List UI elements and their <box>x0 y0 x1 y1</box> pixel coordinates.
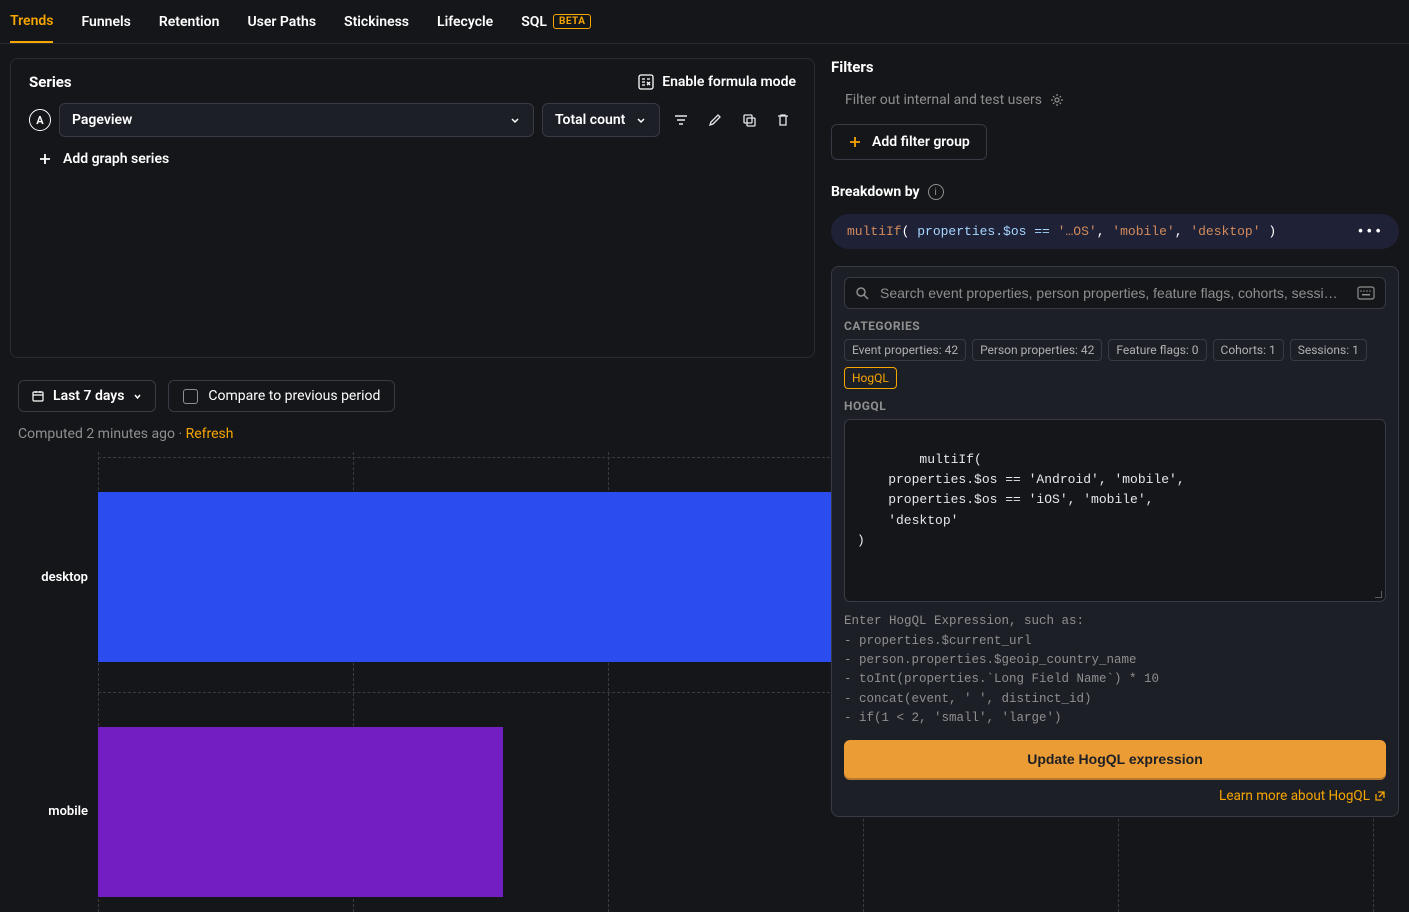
chart-bar-mobile[interactable] <box>98 727 503 897</box>
filter-internal-label: Filter out internal and test users <box>845 92 1042 108</box>
hogql-hint: Enter HogQL Expression, such as: - prope… <box>844 612 1386 728</box>
category-person-properties[interactable]: Person properties: 42 <box>972 339 1102 361</box>
series-badge-a: A <box>29 109 51 131</box>
tab-retention[interactable]: Retention <box>159 2 220 42</box>
category-sessions[interactable]: Sessions: 1 <box>1290 339 1367 361</box>
breakdown-expression: multiIf( properties.$os == '…OS', 'mobil… <box>847 224 1276 239</box>
add-series-button[interactable]: Add graph series <box>29 137 796 181</box>
breakdown-pill[interactable]: multiIf( properties.$os == '…OS', 'mobil… <box>831 214 1399 249</box>
enable-formula-button[interactable]: Enable formula mode <box>638 74 796 90</box>
duplicate-series-button[interactable] <box>736 107 762 133</box>
hogql-code: multiIf( properties.$os == 'Android', 'm… <box>857 452 1185 548</box>
keyboard-icon <box>1357 286 1375 300</box>
info-icon[interactable]: i <box>928 184 944 200</box>
formula-icon <box>638 74 654 90</box>
filters-panel: Filters Filter out internal and test use… <box>831 58 1399 358</box>
property-search-input[interactable] <box>880 285 1347 301</box>
filter-icon <box>673 112 689 128</box>
learn-more-label: Learn more about HogQL <box>1219 788 1370 804</box>
beta-badge: BETA <box>553 14 592 29</box>
formula-label: Enable formula mode <box>662 74 796 90</box>
hogql-editor[interactable]: multiIf( properties.$os == 'Android', 'm… <box>844 419 1386 602</box>
tab-sql[interactable]: SQL BETA <box>521 2 591 42</box>
tab-sql-label: SQL <box>521 14 547 30</box>
series-title: Series <box>29 73 72 91</box>
more-icon[interactable]: ••• <box>1357 224 1383 239</box>
category-hogql[interactable]: HogQL <box>844 367 897 389</box>
chevron-down-icon <box>509 114 521 126</box>
add-filter-label: Add filter group <box>872 134 970 150</box>
event-select[interactable]: Pageview <box>59 103 534 137</box>
math-select[interactable]: Total count <box>542 103 660 137</box>
series-panel: Series Enable formula mode A Pageview To… <box>10 58 815 358</box>
chart-label-desktop: desktop <box>18 570 88 585</box>
gear-icon <box>1050 93 1064 107</box>
category-event-properties[interactable]: Event properties: 42 <box>844 339 966 361</box>
tab-lifecycle[interactable]: Lifecycle <box>437 2 493 42</box>
checkbox-icon <box>183 389 198 404</box>
filters-title: Filters <box>831 58 1399 76</box>
search-icon <box>855 286 870 301</box>
filter-series-button[interactable] <box>668 107 694 133</box>
event-select-value: Pageview <box>72 112 132 128</box>
tab-stickiness[interactable]: Stickiness <box>344 2 409 42</box>
refresh-button[interactable]: Refresh <box>186 426 234 442</box>
compare-toggle[interactable]: Compare to previous period <box>168 380 395 412</box>
property-search[interactable] <box>844 277 1386 309</box>
hogql-label: HOGQL <box>844 399 1386 413</box>
category-cohorts[interactable]: Cohorts: 1 <box>1213 339 1284 361</box>
insight-type-tabs: Trends Funnels Retention User Paths Stic… <box>0 0 1409 44</box>
external-link-icon <box>1374 790 1386 802</box>
computed-text: Computed 2 minutes ago <box>18 426 175 442</box>
chevron-down-icon <box>635 114 647 126</box>
plus-icon <box>848 135 862 149</box>
tab-funnels[interactable]: Funnels <box>81 2 130 42</box>
math-select-value: Total count <box>555 112 625 128</box>
tab-trends[interactable]: Trends <box>10 1 53 43</box>
filter-internal-users[interactable]: Filter out internal and test users <box>831 86 1399 114</box>
pencil-icon <box>707 112 723 128</box>
compare-label: Compare to previous period <box>208 388 380 404</box>
tab-user-paths[interactable]: User Paths <box>247 2 316 42</box>
add-filter-group-button[interactable]: Add filter group <box>831 124 987 160</box>
copy-icon <box>741 112 757 128</box>
category-feature-flags[interactable]: Feature flags: 0 <box>1108 339 1206 361</box>
categories-label: CATEGORIES <box>844 319 1386 333</box>
resize-handle[interactable] <box>1373 589 1383 599</box>
delete-series-button[interactable] <box>770 107 796 133</box>
chevron-down-icon <box>132 391 143 402</box>
date-range-button[interactable]: Last 7 days <box>18 380 156 412</box>
calendar-icon <box>31 389 45 403</box>
plus-icon <box>37 151 53 167</box>
trash-icon <box>775 112 791 128</box>
breakdown-popover: CATEGORIES Event properties: 42 Person p… <box>831 266 1399 817</box>
breakdown-title: Breakdown by <box>831 184 920 200</box>
update-hogql-button[interactable]: Update HogQL expression <box>844 740 1386 778</box>
learn-more-link[interactable]: Learn more about HogQL <box>844 788 1386 804</box>
date-range-label: Last 7 days <box>53 388 124 404</box>
chart-label-mobile: mobile <box>18 804 88 819</box>
rename-series-button[interactable] <box>702 107 728 133</box>
add-series-label: Add graph series <box>63 151 169 167</box>
